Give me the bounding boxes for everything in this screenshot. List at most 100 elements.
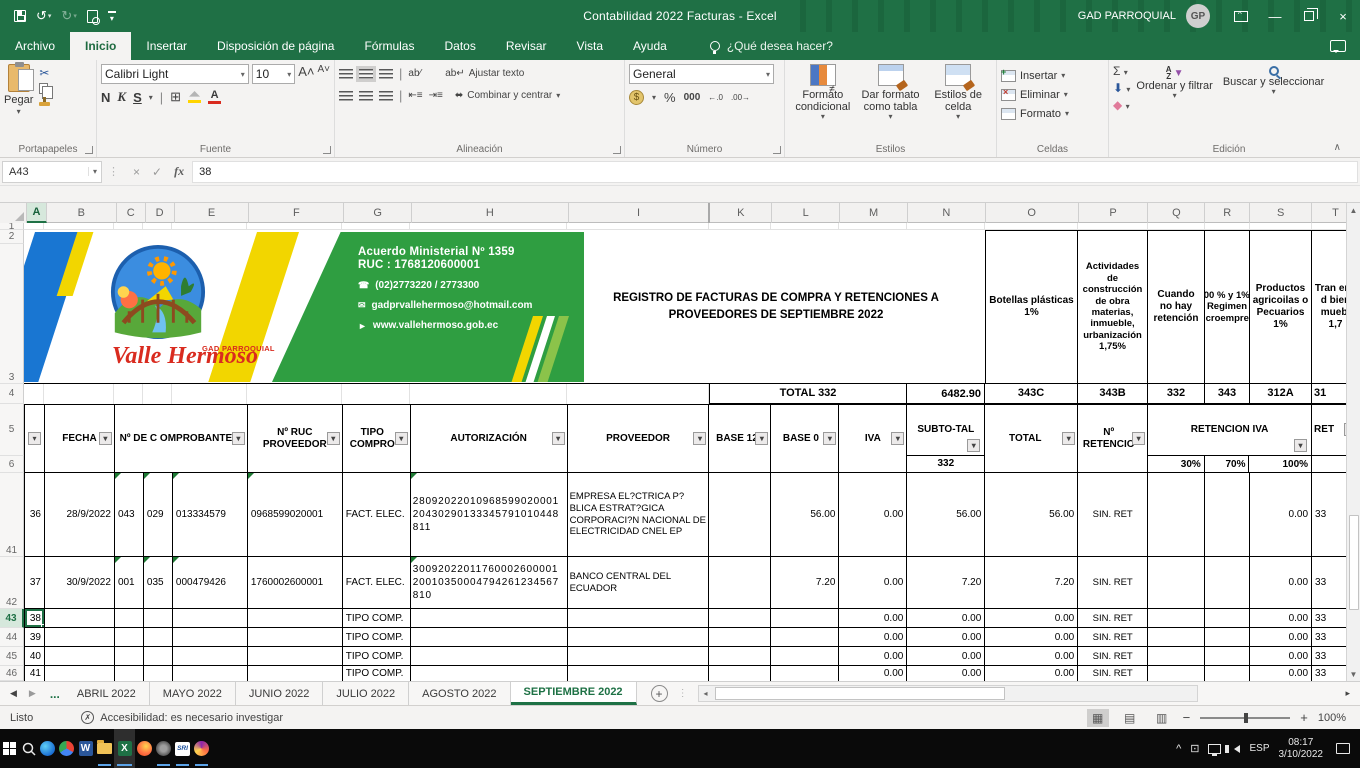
scroll-down-button[interactable]: ▼ (1347, 667, 1360, 681)
sheet-next-button[interactable]: ▶ (29, 688, 36, 699)
page-layout-view-button[interactable]: ▤ (1119, 709, 1141, 727)
redo-dropdown-icon[interactable]: ▾ (73, 12, 77, 20)
minimize-button[interactable]: — (1258, 0, 1292, 32)
column-header-P[interactable]: P (1079, 203, 1149, 223)
font-family-dropdown-icon[interactable]: ▾ (237, 70, 245, 79)
report-title[interactable]: REGISTRO DE FACTURAS DE COMPRA Y RETENCI… (567, 230, 985, 384)
cell-D42[interactable]: 035 (144, 557, 173, 608)
cell-M45-iva[interactable]: 0.00 (839, 647, 907, 665)
header-num-retencion[interactable]: Nº RETENCIO▾ (1078, 405, 1148, 472)
cell-A44[interactable]: 39 (25, 628, 45, 646)
decrease-indent-button[interactable]: ⇤≡ (408, 90, 422, 101)
alignment-dialog-launcher[interactable] (613, 146, 621, 154)
taskbar-sri[interactable]: SRI (173, 729, 192, 768)
cell-D43[interactable] (144, 609, 173, 627)
column-header-E[interactable]: E (175, 203, 250, 223)
cell-H45[interactable] (411, 647, 568, 665)
column-header-R[interactable]: R (1205, 203, 1250, 223)
filter-total-button[interactable]: ▾ (1062, 432, 1075, 445)
header-100pct[interactable]: 100% (1249, 456, 1311, 472)
taskbar-word[interactable]: W (76, 729, 95, 768)
filter-comprobante-button[interactable]: ▾ (232, 432, 245, 445)
column-header-S[interactable]: S (1250, 203, 1312, 223)
column-header-C[interactable]: C (117, 203, 146, 223)
cell-C45[interactable] (115, 647, 144, 665)
column-header-D[interactable]: D (146, 203, 175, 223)
restore-button[interactable] (1292, 0, 1326, 32)
column-header-L[interactable]: L (772, 203, 840, 223)
align-middle-button[interactable] (359, 69, 373, 79)
sheet-tab-abril[interactable]: ABRIL 2022 (64, 682, 150, 705)
align-right-button[interactable] (379, 91, 393, 101)
cell-N46-subtotal[interactable]: 0.00 (907, 666, 985, 681)
cell-M46-iva[interactable]: 0.00 (839, 666, 907, 681)
tab-inicio[interactable]: Inicio (70, 32, 131, 60)
tab-revisar[interactable]: Revisar (491, 32, 562, 60)
save-button[interactable] (14, 10, 26, 22)
header-ruc-proveedor[interactable]: Nº RUC PROVEEDOR▾ (248, 405, 343, 472)
code-343[interactable]: 343 (1205, 384, 1250, 404)
align-left-button[interactable] (339, 91, 353, 101)
cell-B44[interactable] (45, 628, 115, 646)
cell-L45[interactable] (771, 647, 839, 665)
close-button[interactable]: × (1326, 0, 1360, 32)
cell-G43-tipo[interactable]: TIPO COMP. (343, 609, 411, 627)
clear-button[interactable]: ◆ ▾ (1113, 98, 1130, 112)
ribbon-display-options-button[interactable] (1224, 0, 1258, 32)
format-painter-button[interactable] (39, 102, 50, 106)
filter-proveedor-button[interactable]: ▾ (693, 432, 706, 445)
scroll-up-button[interactable]: ▲ (1347, 203, 1360, 217)
cell-G42-tipo[interactable]: FACT. ELEC. (343, 557, 411, 608)
column-header-H[interactable]: H (412, 203, 569, 223)
zoom-slider[interactable] (1200, 717, 1290, 719)
row-header-43[interactable]: 43 (0, 609, 24, 628)
header-iva[interactable]: IVA▾ (839, 405, 907, 472)
filter-fecha-button[interactable]: ▾ (99, 432, 112, 445)
cell-C46[interactable] (115, 666, 144, 681)
collapse-ribbon-button[interactable]: ∧ (1334, 142, 1341, 153)
align-top-button[interactable] (339, 69, 353, 79)
conditional-formatting-button[interactable]: Formato condicional▾ (789, 64, 857, 141)
start-button[interactable] (0, 729, 19, 768)
cell-Q44[interactable] (1148, 628, 1205, 646)
column-header-K[interactable]: K (710, 203, 772, 223)
accessibility-checker[interactable]: ✗Accesibilidad: es necesario investigar (81, 711, 283, 724)
sheet-tab-julio[interactable]: JULIO 2022 (323, 682, 409, 705)
account-name[interactable]: GAD PARROQUIAL (1078, 10, 1176, 22)
cell-M43-iva[interactable]: 0.00 (839, 609, 907, 627)
cell-G41-tipo[interactable]: FACT. ELEC. (343, 473, 411, 556)
zoom-slider-thumb[interactable] (1244, 713, 1248, 723)
cell-G44-tipo[interactable]: TIPO COMP. (343, 628, 411, 646)
clipboard-dialog-launcher[interactable] (85, 146, 93, 154)
filter-base12-button[interactable]: ▾ (755, 432, 768, 445)
header-fecha[interactable]: FECHA▾ (45, 405, 115, 472)
cell-N44-subtotal[interactable]: 0.00 (907, 628, 985, 646)
speaker-icon[interactable] (1230, 745, 1240, 753)
row-header-5[interactable]: 5 (0, 404, 24, 456)
cell-S42[interactable]: 0.00 (1250, 557, 1312, 608)
pen-tray-icon[interactable]: ⊡ (1190, 742, 1199, 755)
sheet-tab-junio[interactable]: JUNIO 2022 (236, 682, 324, 705)
column-header-B[interactable]: B (47, 203, 117, 223)
notification-center-button[interactable] (1336, 743, 1350, 754)
column-header-I[interactable]: I (569, 203, 711, 223)
network-icon[interactable] (1208, 744, 1221, 754)
tab-archivo[interactable]: Archivo (0, 32, 70, 60)
cell-P43-retencion[interactable]: SIN. RET (1078, 609, 1148, 627)
normal-view-button[interactable]: ▦ (1087, 709, 1109, 727)
cell-I42-proveedor[interactable]: BANCO CENTRAL DEL ECUADOR (568, 557, 710, 608)
cell-R41[interactable] (1205, 473, 1250, 556)
cell-R44[interactable] (1205, 628, 1250, 646)
add-sheet-button[interactable]: + (651, 685, 668, 702)
find-select-button[interactable]: Buscar y seleccionar ▾ (1223, 66, 1325, 141)
cell-A43-selected[interactable]: 38 (25, 609, 45, 627)
autosum-button[interactable]: Σ ▾ (1113, 64, 1130, 78)
cell-K41-base12[interactable] (709, 473, 771, 556)
cell-P41-retencion[interactable]: SIN. RET (1078, 473, 1148, 556)
cell-R46[interactable] (1205, 666, 1250, 681)
cell-F42-ruc[interactable]: 1760002600001 (248, 557, 343, 608)
row-header-45[interactable]: 45 (0, 647, 24, 666)
header-total[interactable]: TOTAL▾ (985, 405, 1078, 472)
cell-R42[interactable] (1205, 557, 1250, 608)
cell-C41[interactable]: 043 (115, 473, 144, 556)
